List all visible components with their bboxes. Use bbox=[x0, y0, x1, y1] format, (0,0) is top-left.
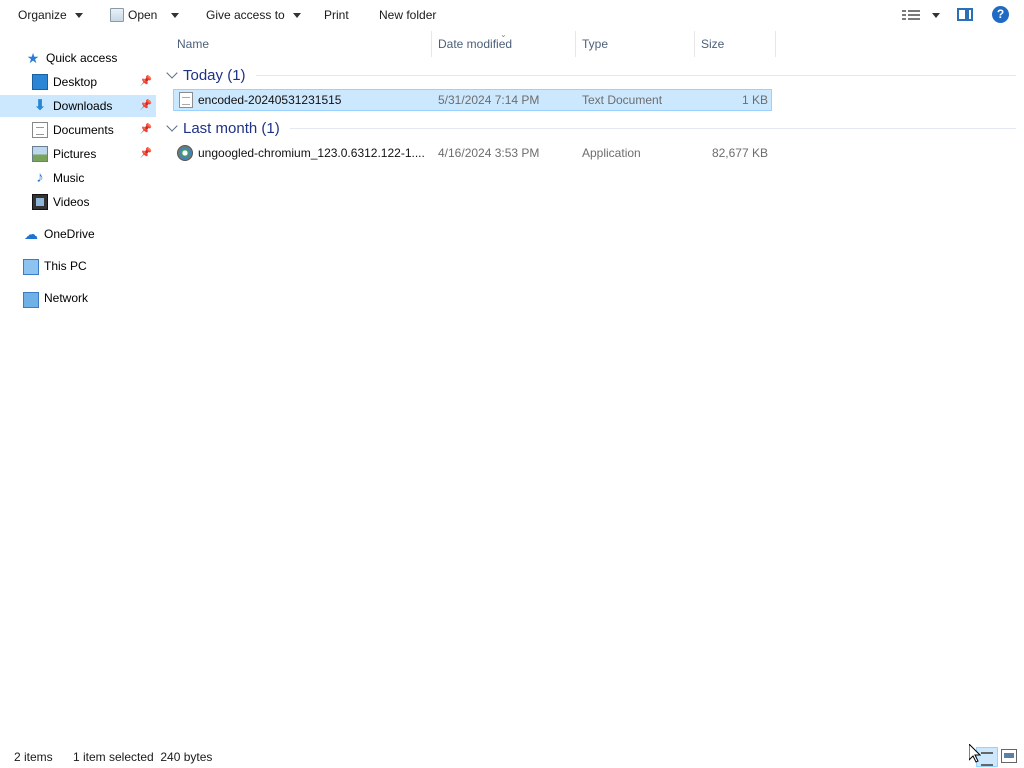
group-header-today[interactable]: Today (1) bbox=[164, 65, 1016, 85]
nav-label: Videos bbox=[53, 195, 90, 209]
selection-info: 1 item selected 240 bytes bbox=[73, 750, 213, 764]
star-icon: ★ bbox=[26, 50, 40, 66]
column-label: Type bbox=[582, 37, 609, 51]
computer-icon bbox=[23, 259, 39, 275]
print-label: Print bbox=[324, 8, 349, 22]
group-divider bbox=[289, 127, 1016, 129]
cloud-icon: ☁ bbox=[24, 226, 38, 242]
text-file-icon bbox=[179, 92, 193, 108]
nav-label: Desktop bbox=[53, 75, 98, 89]
nav-item-this-pc[interactable]: This PC bbox=[0, 255, 156, 277]
pin-icon[interactable]: 📌 bbox=[140, 76, 152, 87]
new-folder-button[interactable]: New folder bbox=[379, 7, 436, 23]
chevron-down-icon bbox=[292, 12, 301, 18]
nav-item-documents[interactable]: Documents 📌 bbox=[0, 119, 156, 141]
column-header-type[interactable]: Type bbox=[576, 31, 695, 57]
file-row[interactable]: encoded-20240531231515 5/31/2024 7:14 PM… bbox=[173, 89, 772, 111]
pin-icon[interactable]: 📌 bbox=[140, 100, 152, 111]
videos-icon bbox=[32, 194, 48, 210]
application-icon bbox=[177, 145, 193, 161]
nav-item-videos[interactable]: Videos bbox=[0, 191, 156, 213]
chevron-down-icon bbox=[166, 67, 178, 79]
command-bar: Organize Open Give access to Print New f… bbox=[0, 0, 1024, 30]
column-label: Size bbox=[701, 37, 725, 51]
chevron-down-icon bbox=[171, 12, 180, 18]
large-icons-view-icon[interactable] bbox=[1001, 749, 1017, 763]
nav-label: Downloads bbox=[53, 99, 113, 113]
group-divider bbox=[255, 74, 1016, 76]
file-type: Text Document bbox=[582, 93, 663, 107]
group-label: Today (1) bbox=[183, 66, 246, 84]
group-header-last-month[interactable]: Last month (1) bbox=[164, 118, 1016, 138]
new-folder-label: New folder bbox=[379, 8, 437, 22]
status-bar: 2 items 1 item selected 240 bytes bbox=[0, 746, 1024, 768]
nav-item-onedrive[interactable]: ☁ OneDrive bbox=[0, 223, 156, 245]
open-label: Open bbox=[128, 8, 158, 22]
nav-label: OneDrive bbox=[44, 227, 95, 241]
group-label: Last month (1) bbox=[183, 119, 280, 137]
pin-icon[interactable]: 📌 bbox=[140, 124, 152, 135]
open-icon bbox=[110, 8, 124, 22]
file-row[interactable]: ungoogled-chromium_123.0.6312.122-1.... … bbox=[173, 143, 772, 165]
open-button[interactable]: Open bbox=[110, 7, 180, 23]
chevron-down-icon bbox=[932, 12, 940, 18]
column-header-name[interactable]: Name bbox=[171, 31, 432, 57]
views-icon bbox=[902, 9, 920, 21]
give-access-button[interactable]: Give access to bbox=[206, 7, 301, 23]
file-date: 4/16/2024 3:53 PM bbox=[438, 146, 540, 160]
give-access-label: Give access to bbox=[206, 8, 285, 22]
print-button[interactable]: Print bbox=[324, 7, 349, 23]
organize-button[interactable]: Organize bbox=[18, 7, 83, 23]
item-count: 2 items bbox=[14, 750, 53, 764]
file-name: encoded-20240531231515 bbox=[198, 93, 342, 107]
chevron-down-icon bbox=[74, 12, 83, 18]
column-header-size[interactable]: Size bbox=[695, 31, 776, 57]
desktop-icon bbox=[32, 74, 48, 90]
pin-icon[interactable]: 📌 bbox=[140, 148, 152, 159]
nav-item-network[interactable]: Network bbox=[0, 287, 156, 309]
documents-icon bbox=[32, 122, 48, 138]
file-name: ungoogled-chromium_123.0.6312.122-1.... bbox=[198, 146, 425, 160]
navigation-pane: ★ Quick access Desktop 📌 ⬇ Downloads 📌 D… bbox=[0, 30, 156, 730]
file-size: 1 KB bbox=[741, 93, 768, 107]
preview-pane-icon[interactable] bbox=[957, 8, 973, 21]
nav-label: Network bbox=[44, 291, 89, 305]
nav-label: Pictures bbox=[53, 147, 97, 161]
column-label: Name bbox=[177, 37, 210, 51]
pictures-icon bbox=[32, 146, 48, 162]
nav-item-downloads[interactable]: ⬇ Downloads 📌 bbox=[0, 95, 156, 117]
nav-label: This PC bbox=[44, 259, 87, 273]
download-icon: ⬇ bbox=[33, 97, 47, 114]
nav-item-music[interactable]: ♪ Music bbox=[0, 167, 156, 189]
chevron-down-icon bbox=[166, 120, 178, 132]
organize-label: Organize bbox=[18, 8, 67, 22]
nav-label: Music bbox=[53, 171, 85, 185]
help-icon[interactable]: ? bbox=[992, 6, 1009, 23]
file-type: Application bbox=[582, 146, 641, 160]
column-label: Date modified bbox=[438, 37, 513, 51]
network-icon bbox=[23, 291, 39, 308]
nav-item-desktop[interactable]: Desktop 📌 bbox=[0, 71, 156, 93]
nav-label: Documents bbox=[53, 123, 114, 137]
file-date: 5/31/2024 7:14 PM bbox=[438, 93, 540, 107]
change-view-button[interactable] bbox=[902, 7, 940, 23]
sort-chevron-icon: ⌄ bbox=[500, 30, 507, 39]
nav-quick-access[interactable]: ★ Quick access bbox=[0, 47, 156, 69]
nav-item-pictures[interactable]: Pictures 📌 bbox=[0, 143, 156, 165]
file-size: 82,677 KB bbox=[711, 146, 768, 160]
music-icon: ♪ bbox=[36, 169, 44, 186]
nav-label: Quick access bbox=[46, 51, 118, 65]
